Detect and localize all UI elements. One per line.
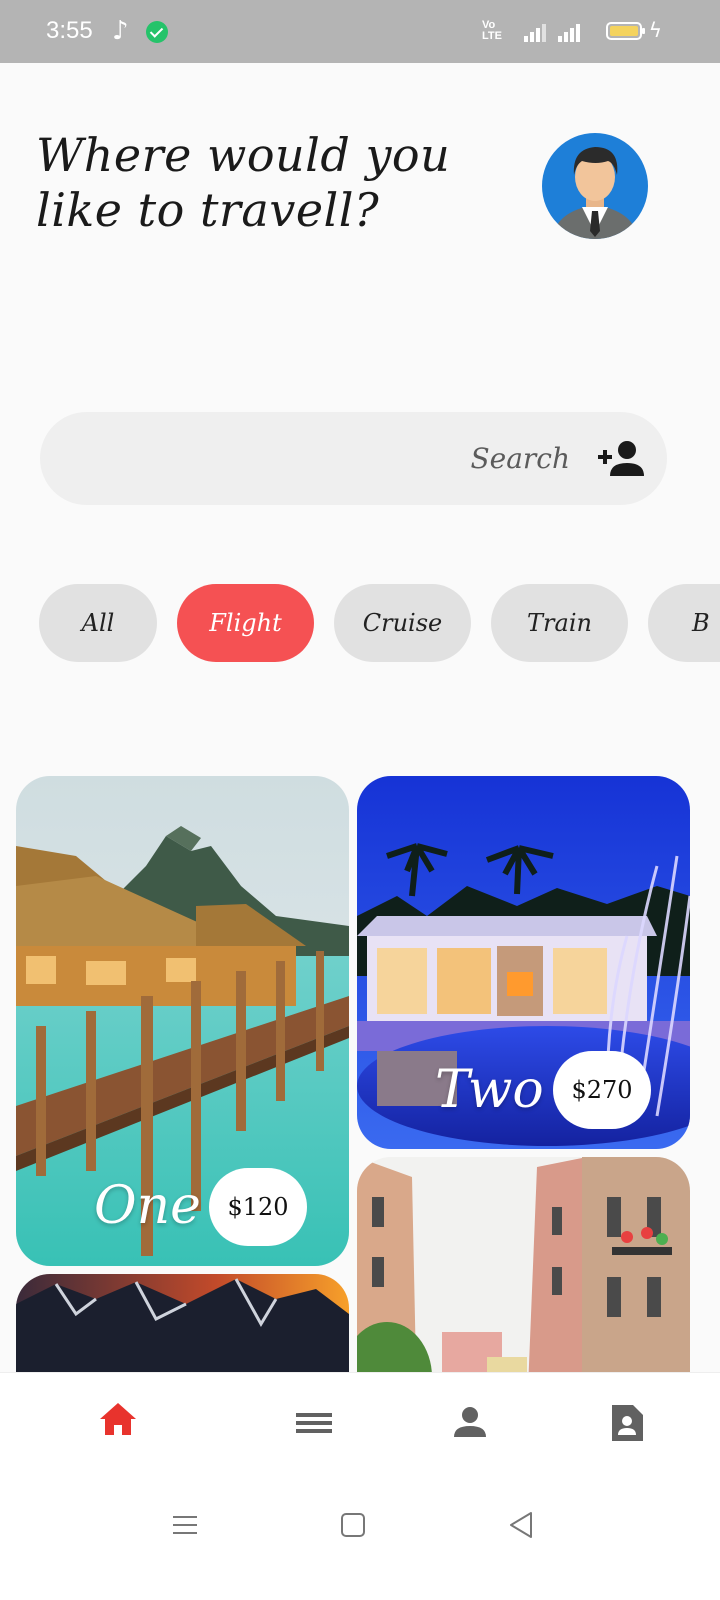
check-circle-icon: [146, 21, 168, 43]
nav-profile[interactable]: [440, 1391, 500, 1451]
chip-cruise[interactable]: Cruise: [334, 584, 471, 662]
add-person-icon[interactable]: [596, 440, 646, 476]
bottom-navigation: [0, 1372, 720, 1480]
charging-bolt-icon: ϟ: [648, 18, 662, 42]
chip-flight[interactable]: Flight: [177, 584, 314, 662]
card-one-label: One: [94, 1176, 201, 1236]
category-chips: All Flight Cruise Train B: [39, 584, 720, 664]
status-icons: Vo LTE ϟ: [482, 16, 662, 46]
music-note-icon: ♪: [112, 16, 129, 46]
avatar[interactable]: [542, 133, 648, 239]
search-bar[interactable]: [40, 412, 667, 505]
chip-partial[interactable]: B: [648, 584, 720, 662]
card-one-price: $120: [209, 1168, 307, 1246]
status-bar: 3:55 ♪ Vo LTE ϟ: [0, 0, 720, 63]
recents-icon[interactable]: [172, 1512, 198, 1538]
battery-icon: [606, 22, 645, 40]
status-time: 3:55: [46, 17, 93, 44]
nav-contacts[interactable]: [597, 1391, 657, 1451]
person-icon: [454, 1407, 486, 1437]
nav-menu[interactable]: [284, 1391, 344, 1451]
businessman-avatar-icon: [552, 147, 638, 239]
nav-home[interactable]: [88, 1391, 148, 1451]
home-square-icon[interactable]: [340, 1512, 366, 1538]
card-two-price: $270: [553, 1051, 651, 1129]
search-input[interactable]: [80, 438, 570, 478]
back-icon[interactable]: [508, 1511, 534, 1539]
chip-train[interactable]: Train: [491, 584, 628, 662]
contact-icon: [612, 1405, 643, 1441]
menu-icon: [296, 1413, 332, 1433]
card-two-label: Two: [435, 1060, 544, 1120]
title-line-1: Where would you: [36, 128, 451, 182]
destination-card-one[interactable]: One $120: [16, 776, 349, 1266]
destination-card-two[interactable]: Two $270: [357, 776, 690, 1149]
chip-all[interactable]: All: [39, 584, 157, 662]
page-title: Where would you like to travell?: [36, 128, 506, 238]
title-line-2: like to travell?: [36, 183, 380, 237]
system-navigation-bar: [0, 1480, 720, 1600]
home-icon: [100, 1403, 136, 1435]
volte-icon: Vo LTE: [482, 19, 502, 42]
